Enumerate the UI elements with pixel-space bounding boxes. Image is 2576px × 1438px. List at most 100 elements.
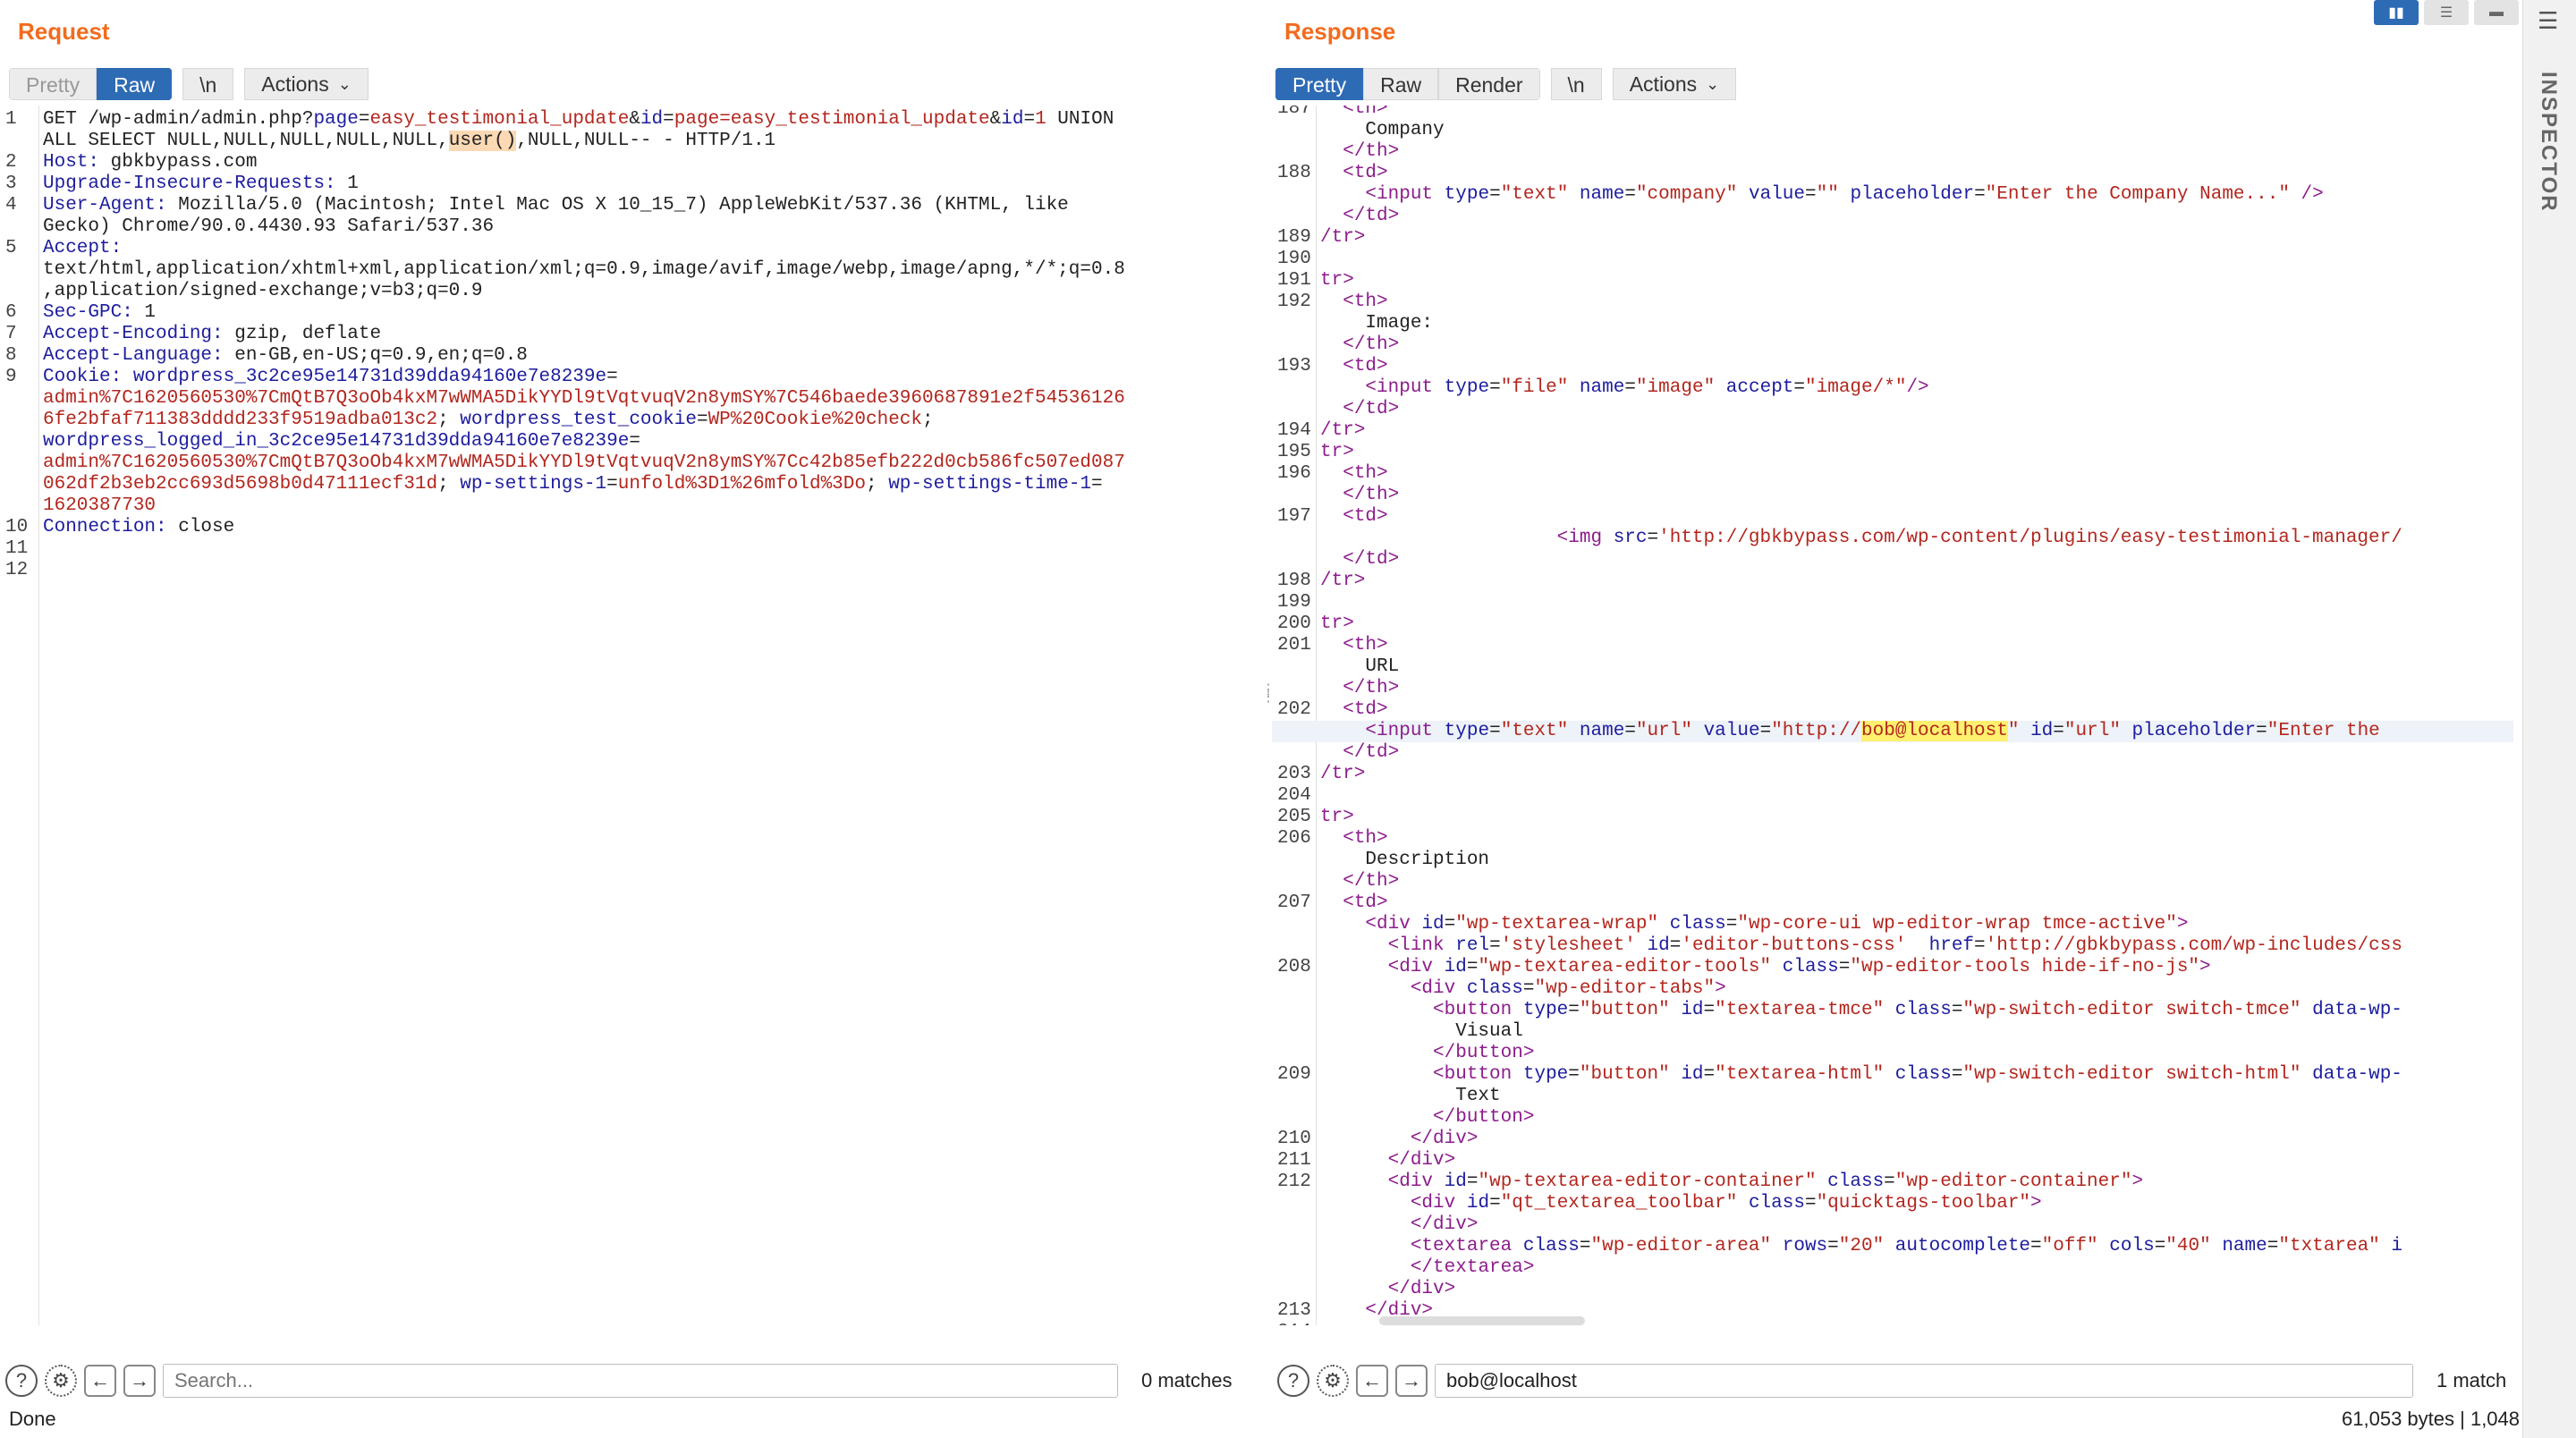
line-number — [1272, 313, 1317, 334]
arrow-right-icon[interactable]: → — [1395, 1365, 1428, 1397]
line-number: 8 — [5, 345, 17, 366]
split-vertical-icon[interactable]: ☰ — [2424, 0, 2469, 25]
arrow-left-icon[interactable]: ← — [1356, 1365, 1388, 1397]
code-line: text/html,application/xhtml+xml,applicat… — [0, 259, 1254, 281]
code-line: 1 GET /wp-admin/admin.php?page=easy_testi… — [0, 109, 1254, 131]
code-line: Image: — [1272, 313, 2513, 334]
actions-label: Actions — [261, 72, 329, 96]
code-line: 194/tr> — [1272, 420, 2513, 442]
request-editor[interactable]: 1 GET /wp-admin/admin.php?page=easy_testi… — [0, 106, 1254, 1325]
line-text: </div> — [1410, 1214, 1479, 1235]
code-line: </td> — [1272, 206, 2513, 227]
line-number: 214 — [1272, 1322, 1317, 1325]
line-text: tr> — [1320, 807, 1354, 827]
line-number — [1272, 1043, 1317, 1064]
line-number: 189 — [1277, 227, 1311, 248]
line-text: </div> — [1387, 1150, 1456, 1171]
newline-toggle[interactable]: \n — [1550, 68, 1602, 100]
horizontal-scrollbar[interactable] — [1379, 1316, 1585, 1325]
line-text: ALL SELECT NULL,NULL,NULL,NULL,NULL,user… — [43, 131, 776, 151]
line-number — [1272, 1279, 1317, 1300]
line-text: </td> — [1343, 549, 1400, 570]
newline-toggle[interactable]: \n — [182, 68, 234, 100]
actions-button[interactable]: Actions ⌄ — [1612, 68, 1737, 100]
line-text: <img src='http://gbkbypass.com/wp-conten… — [1556, 528, 2402, 548]
response-match-count: 1 match — [2436, 1369, 2507, 1391]
code-line: admin%7C1620560530%7CmQtB7Q3oOb4kxM7wWMA… — [0, 453, 1254, 474]
line-number: 12 — [5, 560, 29, 580]
line-number: 1 — [5, 109, 17, 130]
tabs-layout-icon[interactable]: ▬ — [2474, 0, 2519, 25]
response-panel: Response Pretty Raw Render \n Actions ⌄ … — [1272, 0, 2522, 1402]
code-line: admin%7C1620560530%7CmQtB7Q3oOb4kxM7wWMA… — [0, 388, 1254, 410]
inspector-panel[interactable]: ☰ INSPECTOR — [2522, 0, 2576, 1438]
line-text: <td> — [1343, 699, 1388, 720]
line-text — [1317, 592, 2513, 613]
line-number — [0, 495, 39, 517]
line-text: <th> — [1343, 292, 1388, 312]
line-number — [1272, 377, 1317, 399]
code-line: </th> — [1272, 871, 2513, 892]
line-text: User-Agent: Mozilla/5.0 (Macintosh; Inte… — [43, 195, 1069, 216]
tab-pretty[interactable]: Pretty — [1275, 68, 1364, 100]
help-icon[interactable]: ? — [5, 1365, 38, 1397]
tab-pretty[interactable]: Pretty — [9, 68, 97, 100]
line-text: Accept-Language: en-GB,en-US;q=0.9,en;q=… — [43, 345, 528, 366]
code-line: 12 — [0, 560, 1254, 581]
actions-button[interactable]: Actions ⌄ — [244, 68, 369, 100]
line-text: <td> — [1343, 892, 1388, 913]
request-search-input[interactable] — [163, 1364, 1118, 1398]
code-line: 6fe2bfaf711383dddd233f9519adba013c2; wor… — [0, 410, 1254, 431]
burp-repeater: Request Pretty Raw \n Actions ⌄ 1 GET /wp… — [0, 0, 2576, 1438]
tab-raw[interactable]: Raw — [97, 68, 173, 100]
code-line: 211 </div> — [1272, 1150, 2513, 1172]
request-lines: 1 GET /wp-admin/admin.php?page=easy_testi… — [0, 109, 1254, 581]
line-number — [1272, 1086, 1317, 1107]
arrow-right-icon[interactable]: → — [123, 1365, 156, 1397]
line-number — [1272, 978, 1317, 1000]
code-line: <link rel='stylesheet' id='editor-button… — [1272, 935, 2513, 957]
line-number: 201 — [1277, 635, 1311, 656]
tab-render[interactable]: Render — [1438, 68, 1540, 100]
line-text: wordpress_logged_in_3c2ce95e14731d39dda9… — [43, 431, 640, 452]
code-line: 062df2b3eb2cc693d5698b0d47111ecf31d; wp-… — [0, 474, 1254, 495]
line-text: text/html,application/xhtml+xml,applicat… — [43, 259, 1125, 280]
response-search-input[interactable] — [1435, 1364, 2413, 1398]
code-line: </td> — [1272, 742, 2513, 764]
response-editor[interactable]: 187 <th> Company </th> 188 <td> <input ty… — [1272, 106, 2513, 1325]
arrow-left-icon[interactable]: ← — [84, 1365, 116, 1397]
code-line: wordpress_logged_in_3c2ce95e14731d39dda9… — [0, 431, 1254, 453]
line-text: <link rel='stylesheet' id='editor-button… — [1387, 935, 2402, 956]
code-line: 3 Upgrade-Insecure-Requests: 1 — [0, 173, 1254, 195]
gear-icon[interactable]: ⚙ — [1317, 1365, 1349, 1397]
line-text: <div id="qt_textarea_toolbar" class="qui… — [1410, 1193, 2042, 1214]
gear-icon[interactable]: ⚙ — [45, 1365, 77, 1397]
code-line: <input type="text" name="company" value=… — [1272, 184, 2513, 206]
line-number: 212 — [1277, 1172, 1311, 1192]
line-number — [1272, 120, 1317, 141]
line-text: <th> — [1343, 106, 1388, 119]
line-text: Description — [1320, 850, 1490, 870]
line-number: 193 — [1277, 356, 1311, 376]
line-text: <th> — [1343, 635, 1388, 656]
response-lines: 187 <th> Company </th> 188 <td> <input ty… — [1272, 106, 2513, 1325]
help-icon[interactable]: ? — [1277, 1365, 1309, 1397]
line-text: tr> — [1320, 613, 1354, 634]
actions-label: Actions — [1629, 72, 1698, 96]
line-number: 207 — [1277, 892, 1311, 913]
panel-divider[interactable]: ⋮ ⋮ — [1254, 0, 1275, 1402]
line-number: 208 — [1277, 957, 1311, 977]
code-line: ,application/signed-exchange;v=b3;q=0.9 — [0, 281, 1254, 302]
split-horizontal-icon[interactable]: ▮▮ — [2374, 0, 2419, 25]
code-line: 204 — [1272, 785, 2513, 807]
line-number: 200 — [1277, 613, 1311, 634]
line-number: 209 — [1277, 1064, 1311, 1085]
code-line: 208 <div id="wp-textarea-editor-tools" c… — [1272, 957, 2513, 978]
line-number — [1272, 399, 1317, 420]
tab-raw[interactable]: Raw — [1363, 68, 1439, 100]
line-text: <td> — [1343, 163, 1388, 183]
code-line: 11 — [0, 538, 1254, 560]
code-line: 8 Accept-Language: en-GB,en-US;q=0.9,en;q… — [0, 345, 1254, 367]
chevron-down-icon: ⌄ — [337, 75, 352, 93]
menu-icon[interactable]: ☰ — [2538, 7, 2558, 35]
